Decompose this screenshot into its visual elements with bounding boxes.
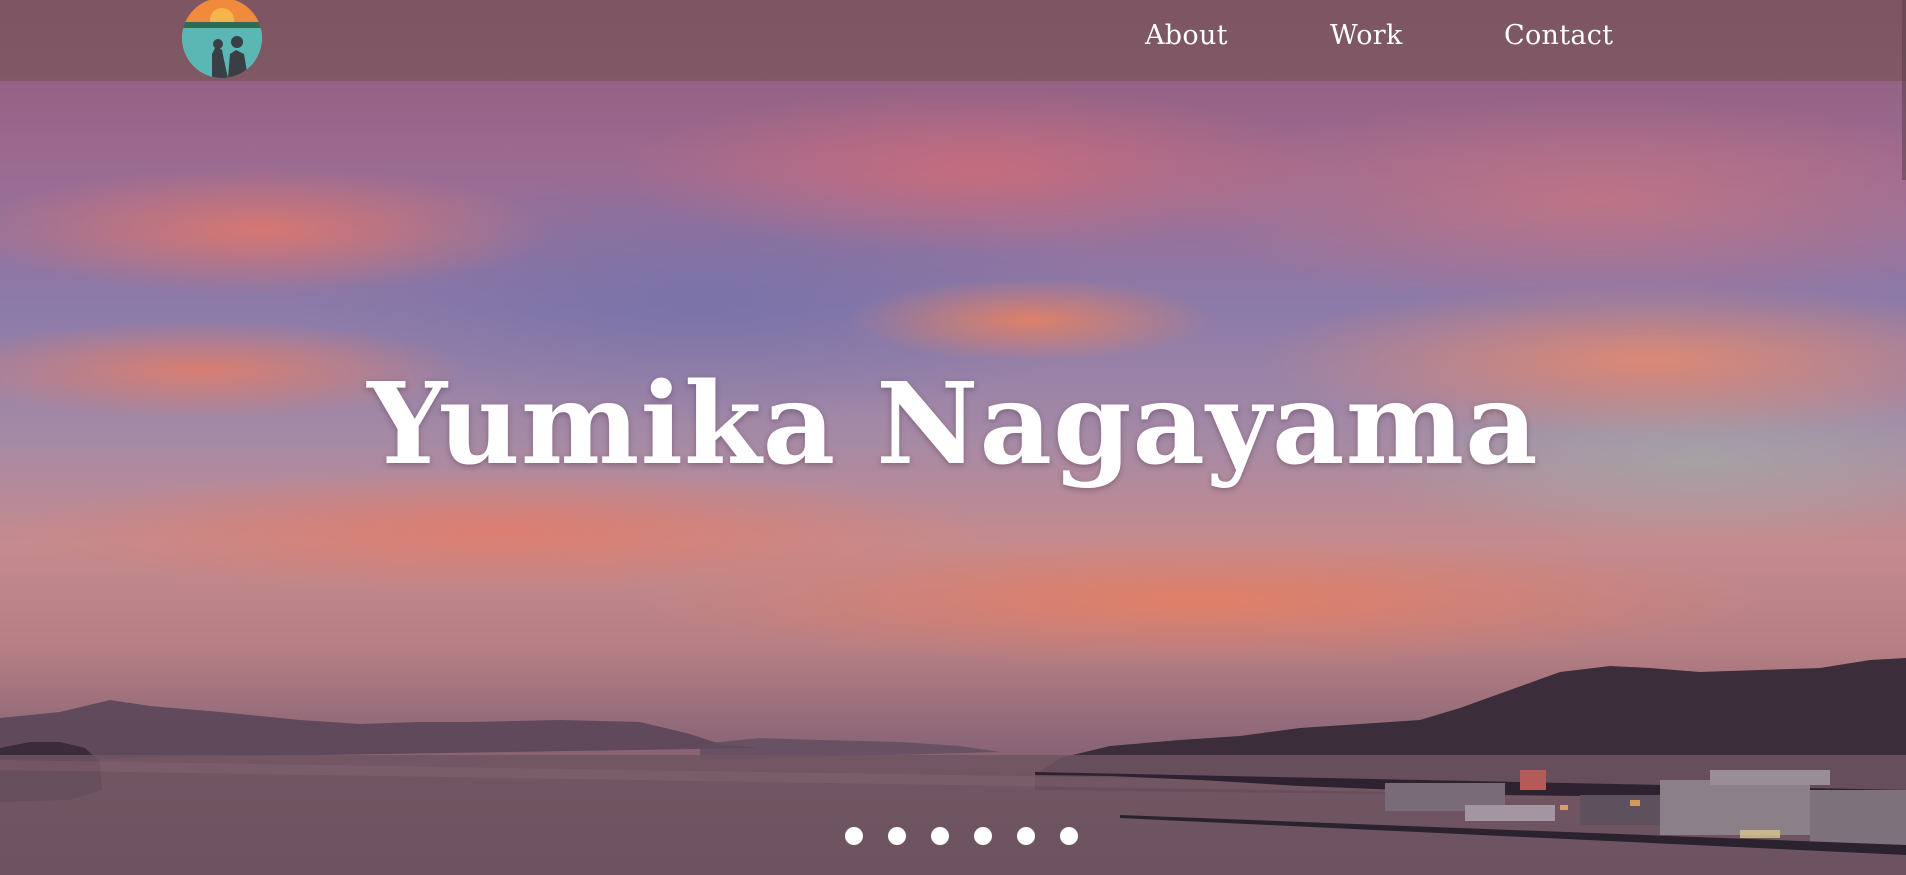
site-header: About Work Contact	[0, 0, 1906, 81]
nav-contact-link[interactable]: Contact	[1504, 16, 1613, 56]
slideshow-pagination	[845, 827, 1078, 845]
slide-dot-1[interactable]	[845, 827, 863, 845]
nav-work-link[interactable]: Work	[1330, 16, 1403, 56]
slide-dot-3[interactable]	[931, 827, 949, 845]
hero-title: Yumika Nagayama	[367, 359, 1539, 490]
slide-dot-4[interactable]	[974, 827, 992, 845]
slide-dot-6[interactable]	[1060, 827, 1078, 845]
sunset-silhouette-logo-icon[interactable]	[182, 0, 262, 78]
scrollbar-thumb[interactable]	[1902, 0, 1906, 180]
nav-about-link[interactable]: About	[1145, 16, 1228, 56]
hero-section: About Work Contact Yumika Nagayama	[0, 0, 1906, 875]
slide-dot-2[interactable]	[888, 827, 906, 845]
slide-dot-5[interactable]	[1017, 827, 1035, 845]
